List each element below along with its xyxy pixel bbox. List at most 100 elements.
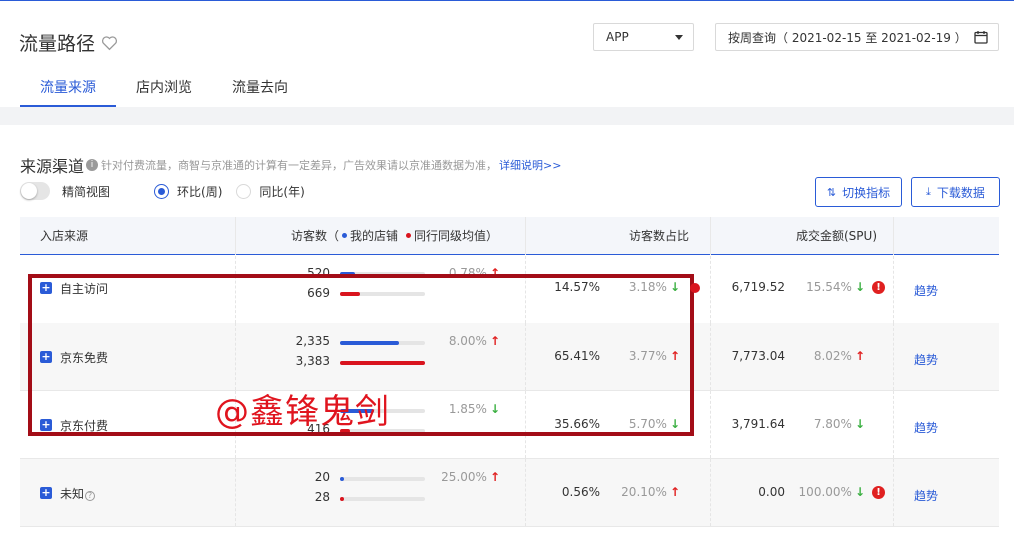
platform-select[interactable]: APP xyxy=(593,23,694,51)
col-divider xyxy=(235,256,236,323)
col-divider xyxy=(235,323,236,390)
share-change: 3.77% ↑ xyxy=(615,349,680,363)
view-controls: 精简视图 环比(周) 同比(年) xyxy=(20,182,315,200)
bar-track-mine xyxy=(340,477,425,481)
compact-view-label: 精简视图 xyxy=(62,184,111,199)
page-title-text: 流量路径 xyxy=(19,33,96,55)
th-visitors-label: 访客数（ xyxy=(291,229,340,243)
col-divider xyxy=(893,323,894,390)
col-divider xyxy=(525,459,526,526)
visitor-change-value: 25.00% xyxy=(441,470,487,484)
source-name-text: 京东免费 xyxy=(60,351,109,365)
compact-view-toggle[interactable] xyxy=(20,182,50,200)
th-divider xyxy=(235,217,236,255)
legend-mine-label: 我的店铺 xyxy=(350,229,399,243)
detail-link[interactable]: 详细说明>> xyxy=(499,157,561,173)
table-header: 入店来源 访客数（ 我的店铺 同行同级均值） 访客数占比 成交金额(SPU) xyxy=(20,217,999,255)
bar-track-mine xyxy=(340,341,425,345)
source-name: 京东免费 xyxy=(60,349,108,366)
section-title-text: 来源渠道 xyxy=(20,157,85,176)
share-change: 20.10% ↑ xyxy=(615,485,680,499)
gmv-value: 3,791.64 xyxy=(731,417,785,431)
section-title: 来源渠道 i 针对付费流量，商智与京准通的计算有一定差异，广告效果请以京准通数据… xyxy=(20,153,561,177)
source-name: 未知? xyxy=(60,485,96,502)
warning-icon[interactable]: ! xyxy=(872,486,885,499)
col-divider xyxy=(893,391,894,458)
visitors-peer: 28 xyxy=(314,490,330,504)
visitors-peer: 3,383 xyxy=(295,354,330,368)
table-row: + 自主访问 520 669 0.78% ↑ 14.57% 3.18% ↓ 6,71… xyxy=(20,256,999,324)
col-divider xyxy=(235,391,236,458)
bar-peer xyxy=(340,292,360,296)
info-icon: i xyxy=(86,159,99,171)
platform-select-value: APP xyxy=(606,30,629,44)
arrow-up-icon: ↑ xyxy=(489,334,500,348)
tab-traffic-source[interactable]: 流量来源 xyxy=(20,71,116,107)
gmv-change: 8.02% ↑ xyxy=(790,349,865,363)
bar-peer xyxy=(340,429,351,433)
th-divider xyxy=(525,217,526,255)
bar-peer xyxy=(340,497,344,501)
col-divider xyxy=(525,391,526,458)
highlight-dot xyxy=(690,283,700,293)
legend-mine-dot xyxy=(342,233,348,238)
tab-in-store-browse[interactable]: 店内浏览 xyxy=(116,71,212,107)
radio-week-over-week[interactable] xyxy=(154,183,170,199)
download-data-label: 下载数据 xyxy=(936,185,985,200)
page-title: 流量路径 xyxy=(19,29,118,56)
radio-week-label: 环比(周) xyxy=(177,184,223,199)
trend-link[interactable]: 趋势 xyxy=(914,282,938,299)
share-change-value: 3.77% xyxy=(628,349,667,363)
col-divider xyxy=(525,323,526,390)
arrow-up-icon: ↑ xyxy=(669,485,680,499)
heart-icon[interactable] xyxy=(101,35,118,51)
switch-metrics-button[interactable]: ⇅ 切换指标 xyxy=(815,177,902,207)
trend-link[interactable]: 趋势 xyxy=(914,419,938,436)
arrow-down-icon: ↓ xyxy=(669,280,680,294)
th-divider xyxy=(893,217,894,255)
arrow-up-icon: ↑ xyxy=(489,470,500,484)
share-value: 0.56% xyxy=(561,485,600,499)
tab-traffic-destination[interactable]: 流量去向 xyxy=(212,71,308,107)
arrow-up-icon: ↑ xyxy=(669,349,680,363)
visitors-mine: 2,335 xyxy=(295,334,330,348)
date-range-picker[interactable]: 按周查询（ 2021-02-15 至 2021-02-19 ） xyxy=(715,23,999,51)
table-row: + 京东免费 2,335 3,383 8.00% ↑ 65.41% 3.77% ↑ … xyxy=(20,323,999,391)
arrow-up-icon: ↑ xyxy=(854,349,865,363)
legend-peer-label: 同行同级均值 xyxy=(414,229,487,243)
expand-plus-icon[interactable]: + xyxy=(40,351,52,363)
visitor-change-value: 1.85% xyxy=(448,402,487,416)
bar-track-mine xyxy=(340,272,425,276)
col-divider xyxy=(893,256,894,323)
visitor-change: 1.85% ↓ xyxy=(430,402,500,416)
bar-track-peer xyxy=(340,497,425,501)
switch-icon: ⇅ xyxy=(826,185,837,199)
source-name: 京东付费 xyxy=(60,417,108,434)
th-share: 访客数占比 xyxy=(629,229,690,243)
download-data-button[interactable]: ⤓ 下载数据 xyxy=(911,177,1000,207)
share-change-value: 5.70% xyxy=(628,417,667,431)
arrow-down-icon: ↓ xyxy=(669,417,680,431)
share-value: 65.41% xyxy=(554,349,600,363)
trend-link[interactable]: 趋势 xyxy=(914,351,938,368)
arrow-down-icon: ↓ xyxy=(854,280,865,294)
table-row: + 京东付费 416 1.85% ↓ 35.66% 5.70% ↓ 3,791.64… xyxy=(20,391,999,459)
caret-down-icon xyxy=(675,34,683,40)
gmv-change: 15.54% ↓ xyxy=(790,280,865,294)
tab-bar: 流量来源 店内浏览 流量去向 xyxy=(20,71,308,107)
th-visitors: 访客数（ 我的店铺 同行同级均值） xyxy=(291,217,498,255)
col-divider xyxy=(525,256,526,323)
expand-plus-icon[interactable]: + xyxy=(40,419,52,431)
trend-link[interactable]: 趋势 xyxy=(914,487,938,504)
th-divider xyxy=(710,217,711,255)
bar-mine xyxy=(340,341,399,345)
share-change: 3.18% ↓ xyxy=(615,280,680,294)
expand-plus-icon[interactable]: + xyxy=(40,487,52,499)
bar-mine xyxy=(340,477,344,481)
radio-year-over-year[interactable] xyxy=(236,183,252,199)
expand-plus-icon[interactable]: + xyxy=(40,282,52,294)
bar-track-mine xyxy=(340,409,425,413)
date-range-value: 按周查询（ 2021-02-15 至 2021-02-19 ） xyxy=(728,30,967,45)
help-icon[interactable]: ? xyxy=(85,491,96,501)
warning-icon[interactable]: ! xyxy=(872,281,885,294)
